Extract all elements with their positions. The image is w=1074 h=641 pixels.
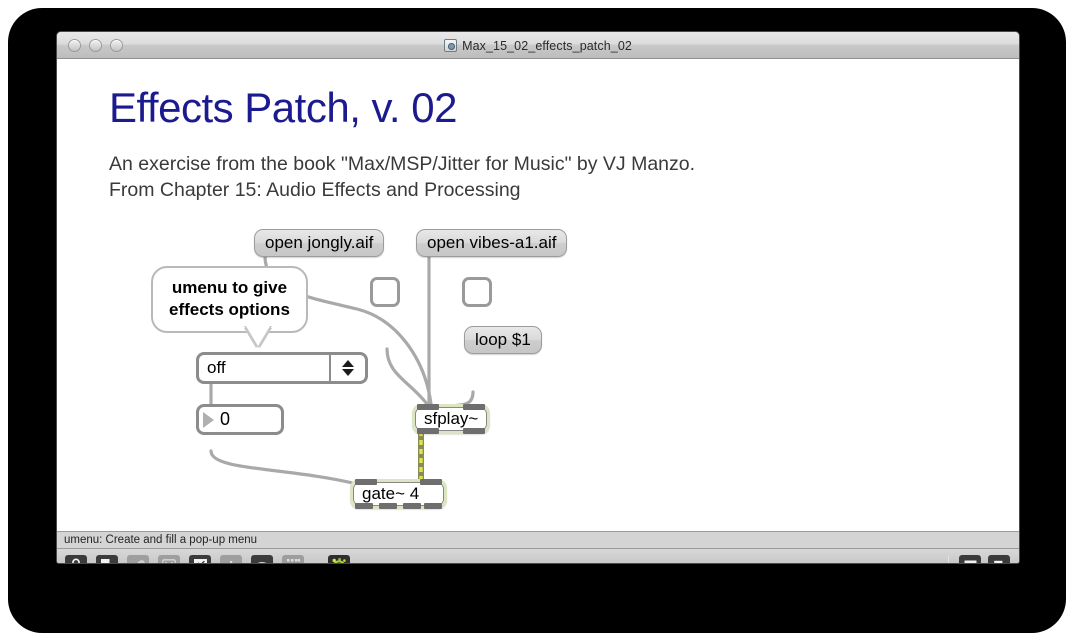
minimize-button[interactable] — [89, 38, 102, 52]
sfplay-outlet-1[interactable] — [463, 428, 486, 434]
chevron-down-icon — [342, 369, 354, 376]
subtitle-line-1: An exercise from the book "Max/MSP/Jitte… — [109, 153, 696, 175]
sfplay-outlet-0[interactable] — [417, 428, 439, 434]
object-explorer-button[interactable] — [251, 554, 273, 563]
patcher-toolbar — [57, 549, 1019, 563]
umenu-box[interactable]: off — [196, 352, 368, 384]
presentation-mode-icon — [100, 559, 109, 563]
toggle-right-box — [462, 277, 492, 307]
cord-toggle-left-to-sfplay — [385, 347, 429, 406]
message-open-vibes[interactable]: open vibes-a1.aif — [416, 229, 568, 257]
comment-line-1: umenu to give — [171, 278, 288, 297]
object-sfplay-box: sfplay~ — [412, 404, 491, 434]
window-titlebar: Max_15_02_effects_patch_02 — [57, 32, 1019, 59]
comment-balloon-tail — [246, 326, 270, 346]
inspector-icon — [193, 559, 207, 563]
umenu-selected-value: off — [207, 358, 226, 377]
toolbar-right-group — [945, 554, 1010, 563]
delete-button[interactable] — [158, 554, 180, 563]
sfplay-inlet-1[interactable] — [463, 404, 486, 410]
gate-outlet-2[interactable] — [403, 503, 421, 509]
number-box-field[interactable]: 0 — [196, 404, 284, 435]
comment-balloon[interactable]: umenu to give effects options — [151, 266, 308, 346]
number-box-value: 0 — [220, 409, 231, 429]
object-sfplay[interactable]: sfplay~ — [412, 404, 491, 434]
patch-cords-icon — [137, 559, 145, 563]
close-icon — [162, 558, 176, 563]
message-open-jongly-label: open jongly.aif — [254, 229, 385, 257]
window-title: Max_15_02_effects_patch_02 — [462, 38, 632, 53]
gate-inlet-0[interactable] — [355, 479, 377, 485]
inspector-button[interactable] — [189, 554, 211, 563]
message-loop-label: loop $1 — [464, 326, 542, 354]
number-box-triangle-icon — [203, 411, 214, 428]
gate-outlet-0[interactable] — [355, 503, 373, 509]
patcher-canvas[interactable]: Effects Patch, v. 02 An exercise from th… — [57, 59, 1019, 531]
object-explorer-icon — [257, 562, 267, 563]
toolbar-divider — [948, 555, 949, 563]
toggle-left[interactable] — [370, 277, 400, 307]
show-right-panel-button[interactable] — [988, 554, 1010, 563]
max-document-icon — [444, 39, 458, 52]
show-bottom-panel-button[interactable] — [959, 554, 981, 563]
gate-outlet-3[interactable] — [424, 503, 442, 509]
comment-balloon-body: umenu to give effects options — [151, 266, 308, 333]
page-title: Effects Patch, v. 02 — [109, 84, 457, 131]
audio-settings-button[interactable] — [328, 554, 350, 563]
grid-icon — [286, 559, 300, 562]
toggle-right[interactable] — [462, 277, 492, 307]
chevron-up-icon — [342, 360, 354, 367]
gate-outlet-1[interactable] — [379, 503, 397, 509]
subtitle-line-2: From Chapter 15: Audio Effects and Proce… — [109, 179, 521, 201]
info-button[interactable] — [220, 554, 242, 563]
audio-settings-icon — [332, 558, 346, 563]
grid-button[interactable] — [282, 554, 304, 563]
window-title-group: Max_15_02_effects_patch_02 — [57, 32, 1019, 59]
object-gate-label: gate~ 4 — [362, 484, 420, 503]
toolbar-left-group — [65, 554, 350, 563]
lock-button[interactable] — [65, 554, 87, 563]
zoom-button[interactable] — [110, 38, 123, 52]
message-open-jongly[interactable]: open jongly.aif — [254, 229, 385, 257]
object-gate[interactable]: gate~ 4 — [350, 479, 447, 509]
lock-icon — [72, 558, 80, 563]
status-bar: umenu: Create and fill a pop-up menu — [57, 531, 1019, 549]
message-open-vibes-label: open vibes-a1.aif — [416, 229, 568, 257]
object-gate-box: gate~ 4 — [350, 479, 447, 509]
umenu-effects[interactable]: off — [196, 352, 368, 384]
message-loop[interactable]: loop $1 — [464, 326, 542, 354]
window-controls — [68, 38, 123, 52]
umenu-stepper[interactable] — [329, 355, 365, 381]
close-button[interactable] — [68, 38, 81, 52]
cord-number-to-gate — [209, 449, 359, 486]
gate-inlet-1[interactable] — [420, 479, 442, 485]
patch-cords-button[interactable] — [127, 554, 149, 563]
presentation-mode-button[interactable] — [96, 554, 118, 563]
status-bar-text: umenu: Create and fill a pop-up menu — [64, 534, 258, 546]
number-box[interactable]: 0 — [196, 404, 284, 435]
info-icon — [230, 560, 233, 563]
object-sfplay-label: sfplay~ — [424, 409, 479, 428]
patcher-window: Max_15_02_effects_patch_02 Effects Patch… — [56, 31, 1020, 564]
show-sidebar-right-icon — [992, 559, 1006, 563]
toggle-left-box — [370, 277, 400, 307]
comment-line-2: effects options — [169, 300, 290, 319]
show-sidebar-bottom-icon — [963, 559, 977, 563]
sfplay-inlet-0[interactable] — [417, 404, 439, 410]
